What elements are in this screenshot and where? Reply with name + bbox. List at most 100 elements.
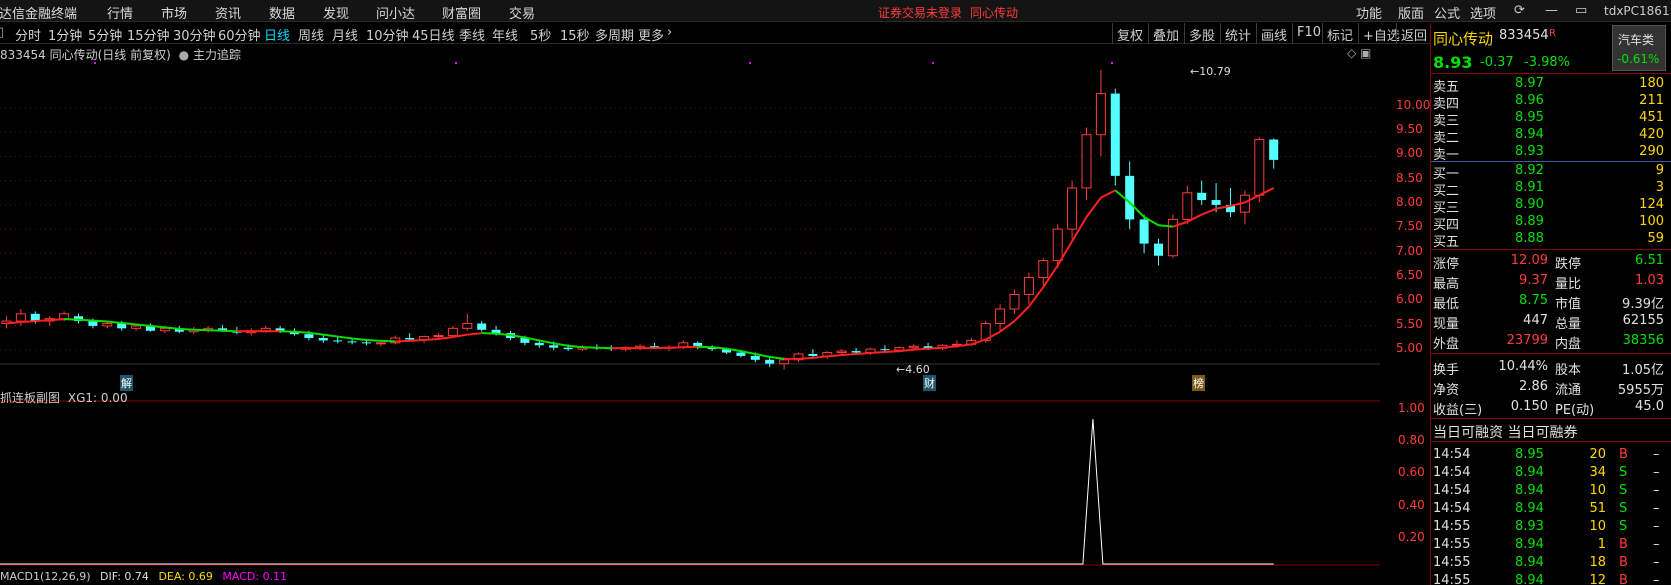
period-tab-30min[interactable]: 30分钟 xyxy=(173,25,216,44)
period-tab-daily[interactable]: 日线 xyxy=(264,25,290,44)
event-marker-finance[interactable]: 财 xyxy=(923,375,936,391)
bid-volume: 9 xyxy=(1655,163,1664,178)
candle-body xyxy=(59,313,70,320)
chart-title: 833454 同心传动(日线 前复权) ● 主力追踪 xyxy=(0,46,241,63)
login-warning[interactable]: 证券交易未登录 xyxy=(878,4,962,21)
ask-row-1[interactable]: 卖一 8.93 290 xyxy=(1431,144,1671,163)
stat-label: 外盘 xyxy=(1433,337,1460,352)
bid-row-3[interactable]: 买三 8.90 124 xyxy=(1431,197,1671,216)
chevron-right-icon[interactable]: › xyxy=(667,25,672,40)
period-tab-quarterly[interactable]: 季线 xyxy=(459,25,485,44)
tick-volume: 1 xyxy=(1597,537,1606,552)
stat-row: 最高 9.37 量比 1.03 xyxy=(1431,273,1671,292)
indicator-name[interactable]: 主力追踪 xyxy=(193,48,241,62)
ma-line-segment xyxy=(798,356,813,360)
menu-item-layout[interactable]: 版面 xyxy=(1398,3,1424,22)
stat-row: 最低 8.75 市值 9.39亿 xyxy=(1431,293,1671,312)
minimize-icon[interactable]: — xyxy=(1545,3,1558,18)
period-tab-5min[interactable]: 5分钟 xyxy=(88,25,122,44)
ask-row-3[interactable]: 卖三 8.95 451 xyxy=(1431,110,1671,129)
ask-row-5[interactable]: 卖五 8.97 180 xyxy=(1431,76,1671,95)
bid-row-4[interactable]: 买四 8.89 100 xyxy=(1431,214,1671,233)
tick-time: 14:54 xyxy=(1433,501,1471,516)
ma-line-segment xyxy=(769,355,785,360)
chart-settings-icon[interactable]: ◇ ▣ xyxy=(1347,46,1371,60)
kline-chart[interactable] xyxy=(0,44,1380,585)
ma-line-segment xyxy=(812,355,828,359)
macd-dif: DIF: 0.74 xyxy=(100,570,149,583)
stock-name[interactable]: 同心传动 xyxy=(1433,28,1493,49)
macd-value: MACD: 0.11 xyxy=(222,570,288,583)
period-tab-15sec[interactable]: 15秒 xyxy=(560,25,590,44)
period-tab-5sec[interactable]: 5秒 xyxy=(530,25,551,44)
bid-row-2[interactable]: 买二 8.91 3 xyxy=(1431,180,1671,199)
draw-line-button[interactable]: 画线 xyxy=(1256,23,1291,44)
sub-y-tick-0-40: 0.40 xyxy=(1398,498,1425,512)
menu-item-data[interactable]: 数据 xyxy=(269,3,295,22)
period-tab-15min[interactable]: 15分钟 xyxy=(127,25,170,44)
period-tab-more[interactable]: 更多 xyxy=(638,25,664,44)
menu-item-news[interactable]: 资讯 xyxy=(215,3,241,22)
tick-time: 14:54 xyxy=(1433,465,1471,480)
ask-row-4[interactable]: 卖四 8.96 211 xyxy=(1431,93,1671,112)
last-price: 8.93 xyxy=(1433,53,1473,72)
period-tab-timeshare[interactable]: 分时 xyxy=(15,25,41,44)
period-tab-1min[interactable]: 1分钟 xyxy=(48,25,82,44)
multi-stock-button[interactable]: 多股 xyxy=(1184,23,1219,44)
add-watchlist-button[interactable]: +自选 xyxy=(1358,23,1400,44)
menu-item-quotes[interactable]: 行情 xyxy=(107,3,133,22)
sub-chart-name[interactable]: 抓连板副图 xyxy=(0,391,60,405)
candle-body xyxy=(765,359,775,364)
menu-item-trade[interactable]: 交易 xyxy=(509,3,535,22)
menu-item-market[interactable]: 市场 xyxy=(161,3,187,22)
sidebar-toggle-icon[interactable]: ▯ xyxy=(0,25,4,40)
menu-item-function[interactable]: 功能 xyxy=(1356,3,1382,22)
macd-name[interactable]: MACD1(12,26,9) xyxy=(0,570,91,583)
tick-price: 8.94 xyxy=(1515,573,1544,585)
restore-icon[interactable]: ▭ xyxy=(1575,3,1587,18)
statistics-button[interactable]: 统计 xyxy=(1220,23,1255,44)
adjust-button[interactable]: 复权 xyxy=(1112,23,1147,44)
ma-line-segment xyxy=(884,350,900,354)
candle-body xyxy=(405,338,415,340)
stat-label: 现量 xyxy=(1433,317,1460,332)
bid-row-5[interactable]: 买五 8.88 59 xyxy=(1431,231,1671,250)
menu-item-discover[interactable]: 发现 xyxy=(323,3,349,22)
stat-value: 8.75 xyxy=(1519,293,1548,308)
margin-label[interactable]: 当日可融资 当日可融券 xyxy=(1433,422,1577,442)
period-tab-45day[interactable]: 45日线 xyxy=(412,25,455,44)
tick-flag: – xyxy=(1653,573,1660,585)
menu-item-options[interactable]: 选项 xyxy=(1470,3,1496,22)
stat-label: 最低 xyxy=(1433,297,1460,312)
stat-value: 1.03 xyxy=(1635,273,1664,288)
tick-price: 8.94 xyxy=(1515,483,1544,498)
period-tab-10min[interactable]: 10分钟 xyxy=(366,25,409,44)
indicator-toggle-icon[interactable]: ● xyxy=(179,48,189,62)
stat-value: 23799 xyxy=(1506,333,1548,348)
period-tab-monthly[interactable]: 月线 xyxy=(332,25,358,44)
menu-item-formula[interactable]: 公式 xyxy=(1434,3,1460,22)
refresh-icon[interactable]: ⟳ xyxy=(1514,3,1525,18)
period-tab-60min[interactable]: 60分钟 xyxy=(218,25,261,44)
user-id[interactable]: tdxPC18611 xyxy=(1604,4,1671,18)
menu-item-wealth[interactable]: 财富圈 xyxy=(442,3,481,22)
period-tab-multi[interactable]: 多周期 xyxy=(595,25,634,44)
period-tab-yearly[interactable]: 年线 xyxy=(492,25,518,44)
candle-body xyxy=(549,345,559,348)
overlay-button[interactable]: 叠加 xyxy=(1148,23,1183,44)
f10-button[interactable]: F10 xyxy=(1292,23,1325,44)
ask-row-2[interactable]: 卖二 8.94 420 xyxy=(1431,127,1671,146)
tick-flag: – xyxy=(1653,519,1660,534)
bid-row-1[interactable]: 买一 8.92 9 xyxy=(1431,163,1671,182)
candle-body xyxy=(347,341,357,343)
period-tab-weekly[interactable]: 周线 xyxy=(298,25,324,44)
ma-line-segment xyxy=(1085,197,1102,218)
ma-line-series xyxy=(6,187,1275,360)
back-button[interactable]: 返回 xyxy=(1396,23,1430,44)
mark-button[interactable]: 标记 xyxy=(1322,23,1357,44)
candle-body xyxy=(836,350,847,354)
menu-item-ask[interactable]: 问小达 xyxy=(376,3,415,22)
tick-volume: 34 xyxy=(1589,465,1606,480)
margin-row[interactable]: 当日可融资 当日可融券 xyxy=(1431,422,1671,442)
event-marker-billboard[interactable]: 榜 xyxy=(1192,375,1205,391)
